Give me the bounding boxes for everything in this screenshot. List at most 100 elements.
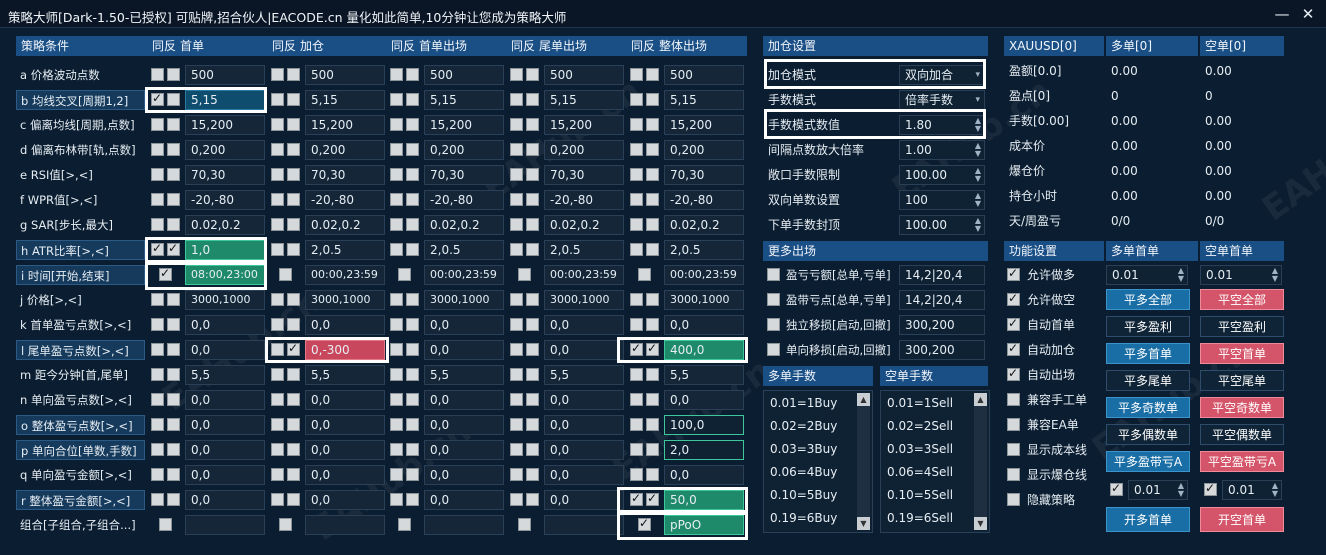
reverse-checkbox[interactable] — [406, 443, 419, 456]
condition-value-field[interactable]: 15,200 — [424, 115, 504, 135]
reverse-checkbox[interactable] — [167, 218, 180, 231]
condition-value-field[interactable]: 0,200 — [664, 140, 744, 160]
same-checkbox[interactable] — [151, 118, 164, 131]
exit-value-field[interactable]: 14,2|20,4 — [899, 290, 985, 310]
condition-value-field[interactable]: 3000,1000 — [185, 290, 265, 310]
reverse-checkbox[interactable] — [406, 218, 419, 231]
same-checkbox[interactable] — [390, 293, 403, 306]
reverse-checkbox[interactable] — [287, 493, 300, 506]
add-setting-field[interactable]: 倍率手数 ▾ — [899, 90, 985, 110]
same-checkbox[interactable] — [510, 93, 523, 106]
reverse-checkbox[interactable] — [526, 93, 539, 106]
reverse-checkbox[interactable] — [406, 318, 419, 331]
lot-list-item[interactable]: 0.06=4Sell — [887, 462, 953, 482]
condition-value-field[interactable]: 0,0 — [185, 465, 265, 485]
reverse-checkbox[interactable] — [526, 118, 539, 131]
condition-value-field[interactable]: 500 — [664, 65, 744, 85]
reverse-checkbox[interactable] — [287, 443, 300, 456]
reverse-checkbox[interactable] — [646, 468, 659, 481]
condition-value-field[interactable]: 0,200 — [544, 140, 624, 160]
reverse-checkbox[interactable] — [287, 368, 300, 381]
spinner-icon[interactable]: ▲ ▼ — [975, 192, 981, 208]
reverse-checkbox[interactable] — [526, 343, 539, 356]
condition-value-field[interactable]: 70,30 — [544, 165, 624, 185]
function-checkbox[interactable] — [1007, 316, 1020, 331]
close-sell-button[interactable]: 平空尾单 — [1200, 370, 1284, 391]
single-checkbox[interactable] — [398, 518, 411, 531]
same-checkbox[interactable] — [630, 443, 643, 456]
reverse-checkbox[interactable] — [287, 193, 300, 206]
reverse-checkbox[interactable] — [167, 118, 180, 131]
reverse-checkbox[interactable] — [646, 193, 659, 206]
same-checkbox[interactable] — [630, 93, 643, 106]
buy-first-lot-field[interactable]: 0.01 ▲ ▼ — [1106, 265, 1188, 285]
same-checkbox[interactable] — [151, 193, 164, 206]
condition-value-field[interactable]: 00:00,23:59 — [305, 265, 385, 285]
exit-checkbox[interactable] — [767, 268, 780, 281]
exit-checkbox[interactable] — [767, 293, 780, 306]
same-checkbox[interactable] — [151, 418, 164, 431]
condition-value-field[interactable]: 0,0 — [424, 390, 504, 410]
function-checkbox[interactable] — [1007, 393, 1020, 406]
same-checkbox[interactable] — [510, 143, 523, 156]
same-checkbox[interactable] — [151, 143, 164, 156]
same-checkbox[interactable] — [271, 293, 284, 306]
condition-value-field[interactable] — [305, 515, 385, 535]
reverse-checkbox[interactable] — [406, 293, 419, 306]
reverse-checkbox[interactable] — [167, 368, 180, 381]
same-checkbox[interactable] — [510, 68, 523, 81]
reverse-checkbox[interactable] — [406, 118, 419, 131]
reverse-checkbox[interactable] — [526, 168, 539, 181]
add-setting-field[interactable]: 100.00 ▲ ▼ — [899, 215, 985, 235]
reverse-checkbox[interactable] — [167, 418, 180, 431]
condition-value-field[interactable]: 0,200 — [424, 140, 504, 160]
reverse-checkbox[interactable] — [287, 418, 300, 431]
same-checkbox[interactable] — [630, 118, 643, 131]
same-checkbox[interactable] — [271, 193, 284, 206]
condition-value-field[interactable]: 0.02,0.2 — [305, 215, 385, 235]
condition-value-field[interactable]: 0,0 — [424, 490, 504, 510]
spinner-icon[interactable]: ▲ ▼ — [975, 142, 981, 158]
function-checkbox[interactable] — [1007, 418, 1020, 431]
same-checkbox[interactable] — [390, 193, 403, 206]
same-checkbox[interactable] — [630, 368, 643, 381]
spinner-icon[interactable]: ▲ ▼ — [1272, 267, 1278, 283]
condition-value-field[interactable]: 0,0 — [664, 390, 744, 410]
reverse-checkbox[interactable] — [406, 143, 419, 156]
function-checkbox[interactable] — [1007, 468, 1020, 481]
close-buy-button[interactable]: 平多尾单 — [1106, 370, 1190, 391]
same-checkbox[interactable] — [271, 68, 284, 81]
condition-value-field[interactable]: 0,0 — [424, 340, 504, 360]
scrollbar[interactable]: ▲ ▼ — [857, 393, 870, 530]
condition-value-field[interactable]: 0,0 — [185, 440, 265, 460]
exit-checkbox[interactable] — [767, 318, 780, 331]
reverse-checkbox[interactable] — [406, 418, 419, 431]
lot-list-item[interactable]: 0.19=6Sell — [887, 508, 953, 528]
condition-value-field[interactable]: 5,5 — [424, 365, 504, 385]
reverse-checkbox[interactable] — [646, 443, 659, 456]
reverse-checkbox[interactable] — [167, 343, 180, 356]
reverse-checkbox[interactable] — [646, 93, 659, 106]
lot-list-item[interactable]: 0.01=1Sell — [887, 393, 953, 413]
condition-value-field[interactable]: 0,0 — [185, 340, 265, 360]
spinner-icon[interactable]: ▲ ▼ — [975, 167, 981, 183]
reverse-checkbox[interactable] — [646, 68, 659, 81]
close-buy-button[interactable]: 平多偶数单 — [1106, 424, 1190, 445]
same-checkbox[interactable] — [510, 343, 523, 356]
scroll-up-icon[interactable]: ▲ — [974, 393, 987, 406]
reverse-checkbox[interactable] — [526, 443, 539, 456]
condition-value-field[interactable]: 500 — [424, 65, 504, 85]
same-checkbox[interactable] — [630, 243, 643, 256]
close-buy-button[interactable]: 平多奇数单 — [1106, 397, 1190, 418]
reverse-checkbox[interactable] — [287, 293, 300, 306]
condition-value-field[interactable]: 0,0 — [544, 490, 624, 510]
same-checkbox[interactable] — [390, 243, 403, 256]
condition-value-field[interactable]: 0,0 — [424, 465, 504, 485]
close-buy-button[interactable]: 平多全部 — [1106, 289, 1190, 310]
single-checkbox[interactable] — [518, 518, 531, 531]
condition-value-field[interactable]: 500 — [185, 65, 265, 85]
same-checkbox[interactable] — [151, 343, 164, 356]
same-checkbox[interactable] — [510, 318, 523, 331]
reverse-checkbox[interactable] — [406, 193, 419, 206]
single-checkbox[interactable] — [518, 268, 531, 281]
